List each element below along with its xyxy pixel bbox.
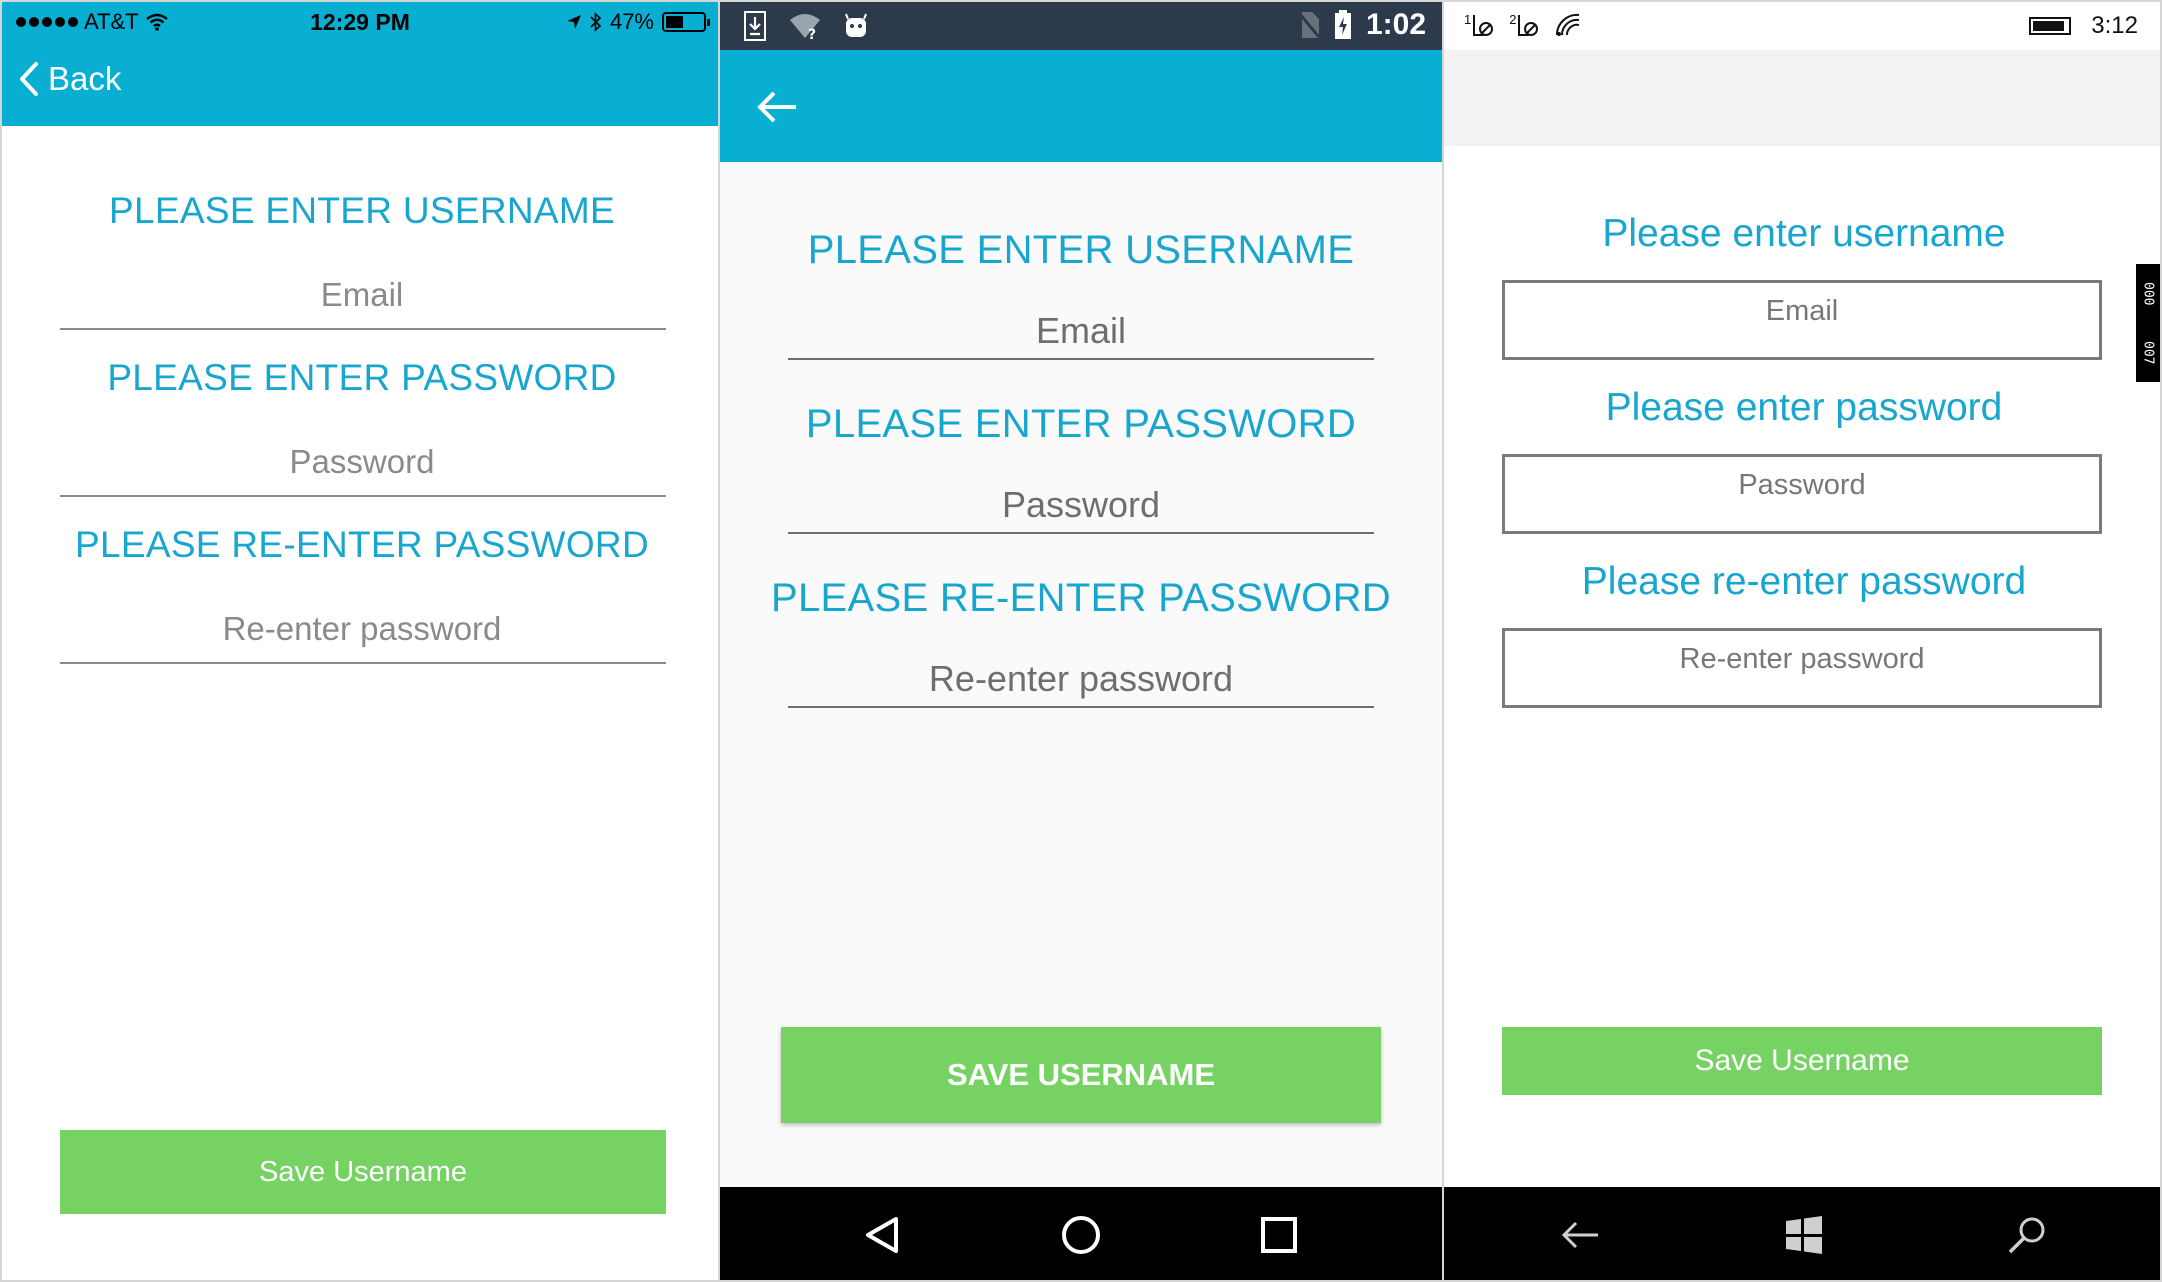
back-button[interactable]: Back [18, 60, 121, 98]
email-underline [60, 328, 666, 330]
password-underline [788, 532, 1374, 534]
location-arrow-icon [566, 15, 581, 29]
status-time: 1:02 [1365, 8, 1426, 41]
windows-logo-icon[interactable] [1780, 1211, 1828, 1259]
frame-counter-b: 007 [2140, 340, 2156, 365]
save-username-button[interactable]: SAVE USERNAME [781, 1027, 1381, 1123]
reenter-underline [788, 706, 1374, 708]
password-field[interactable]: Password [1502, 454, 2102, 534]
windows-title-bar [1444, 50, 2160, 146]
email-field[interactable]: Email [2, 276, 718, 314]
username-heading: PLEASE ENTER USERNAME [807, 228, 1355, 272]
android-status-bar: ? 1:02 [720, 2, 1442, 50]
back-arrow-icon[interactable] [1556, 1211, 1604, 1259]
back-label: Back [48, 60, 122, 97]
frame-counter-a: 000 [2140, 281, 2156, 306]
username-heading: Please enter username [1602, 212, 2006, 255]
reenter-heading: PLEASE RE-ENTER PASSWORD [771, 576, 1391, 620]
android-screen: ? 1:02 PLEASE ENTER USERNAME Email PLEAS… [720, 0, 1442, 1282]
ios-navigation-bar: AT&T 12:29 PM 47% Back [2, 2, 718, 126]
email-field[interactable]: Email [1502, 280, 2102, 360]
password-field[interactable]: Password [720, 484, 1442, 526]
password-underline [60, 495, 666, 497]
battery-icon [2029, 17, 2072, 35]
password-heading: PLEASE ENTER PASSWORD [805, 402, 1357, 446]
reenter-heading: Please re-enter password [1581, 560, 2027, 603]
reenter-password-field[interactable]: Re-enter password [1502, 628, 2102, 708]
password-heading: PLEASE ENTER PASSWORD [107, 357, 617, 398]
windows-status-bar: 1 2 3:12 [1444, 2, 2160, 50]
wifi-icon [1556, 13, 1580, 36]
back-triangle-icon[interactable] [860, 1211, 908, 1259]
status-left: 1 2 [1464, 12, 1582, 38]
battery-charging-icon [1334, 10, 1351, 39]
status-time: 3:12 [2091, 12, 2138, 39]
windows-navigation-bar [1444, 1187, 2160, 1280]
password-heading: Please enter password [1605, 386, 2003, 429]
email-field[interactable]: Email [720, 310, 1442, 352]
android-robot-icon [845, 13, 867, 37]
sim1-label: 1 [1464, 12, 1472, 27]
svg-text:?: ? [808, 27, 816, 40]
windows-screen: 1 2 3:12 Please enter username Email Ple… [1442, 0, 2162, 1282]
ios-status-bar: AT&T 12:29 PM 47% [2, 2, 718, 42]
reenter-password-field[interactable]: Re-enter password [2, 610, 718, 648]
recents-square-icon[interactable] [1255, 1211, 1303, 1259]
android-navigation-bar [720, 1187, 1442, 1280]
username-heading: PLEASE ENTER USERNAME [109, 190, 615, 231]
battery-icon [662, 12, 710, 32]
reenter-heading: PLEASE RE-ENTER PASSWORD [75, 524, 649, 565]
status-right: 47% [566, 9, 710, 35]
sim1-signal-icon: 1 [1464, 12, 1495, 38]
ios-screen: AT&T 12:29 PM 47% Back PLEASE ENTER USER… [0, 0, 720, 1282]
reenter-underline [60, 662, 666, 664]
back-arrow-icon[interactable] [756, 90, 798, 124]
status-right: 1:02 [1297, 8, 1426, 42]
password-field[interactable]: Password [2, 443, 718, 481]
chevron-left-icon [20, 62, 38, 96]
bluetooth-icon [590, 12, 602, 32]
email-underline [788, 358, 1374, 360]
download-icon [744, 11, 766, 41]
save-username-button[interactable]: Save Username [60, 1130, 666, 1214]
no-sim-icon [1297, 12, 1320, 38]
sim2-label: 2 [1509, 12, 1517, 27]
search-icon[interactable] [2004, 1211, 2052, 1259]
save-username-button[interactable]: Save Username [1502, 1027, 2102, 1095]
android-toolbar [720, 50, 1442, 162]
notification-icons: ? [744, 11, 868, 41]
frame-counter: 000 007 [2136, 264, 2160, 382]
status-right: 3:12 [2029, 12, 2138, 40]
sim2-signal-icon: 2 [1509, 12, 1540, 38]
home-circle-icon[interactable] [1057, 1211, 1105, 1259]
battery-percent: 47% [609, 9, 654, 34]
reenter-password-field[interactable]: Re-enter password [720, 658, 1442, 700]
wifi-unknown-icon: ? [790, 14, 820, 40]
